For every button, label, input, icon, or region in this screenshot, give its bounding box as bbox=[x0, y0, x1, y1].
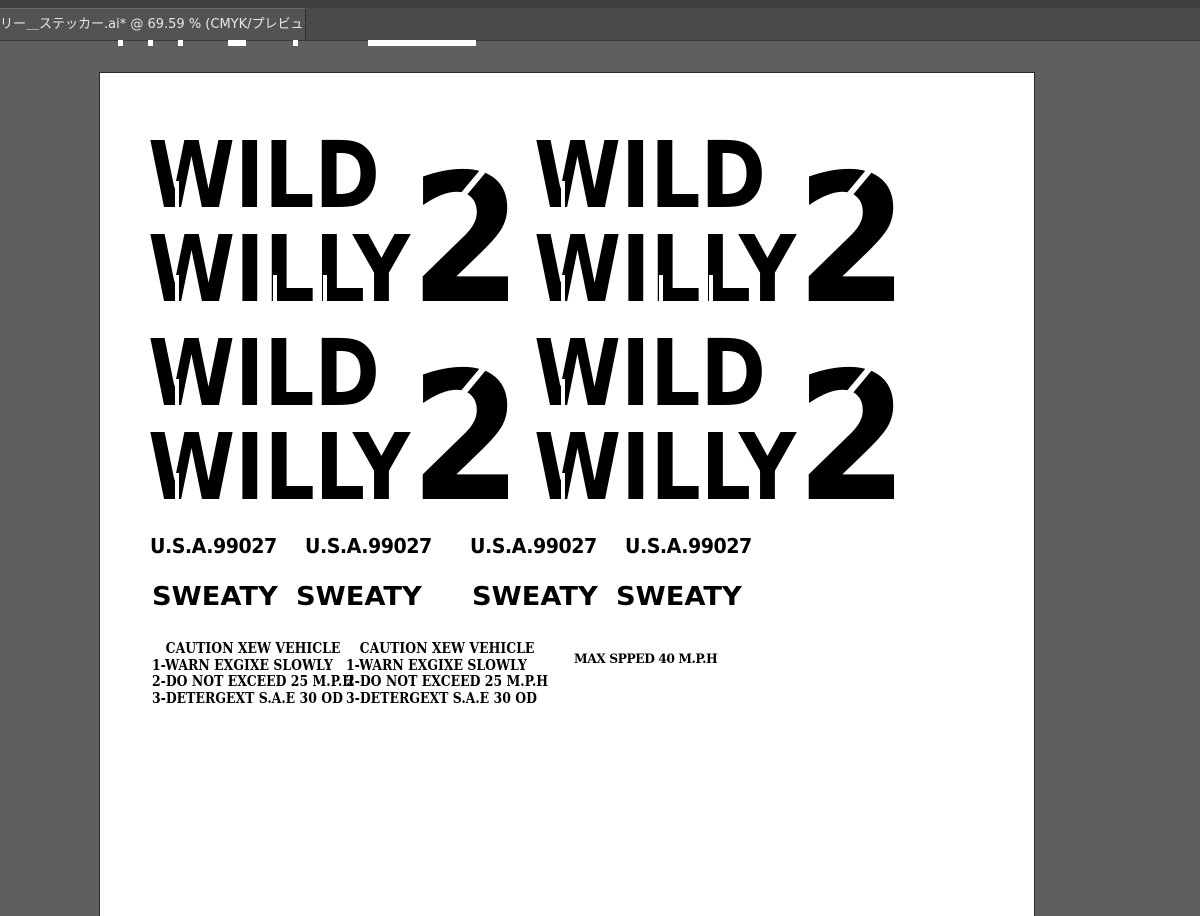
sweaty-label[interactable]: SWEATY bbox=[152, 582, 278, 612]
usa-number-label[interactable]: U.S.A.99027 bbox=[305, 534, 432, 558]
wild-willy-logo[interactable]: WILD WILLY 2 bbox=[148, 129, 522, 309]
logo-line2: WILLY bbox=[534, 216, 797, 309]
caution-line: CAUTION XEW VEHICLE bbox=[165, 640, 341, 657]
caution-line: 2-DO NOT EXCEED 25 M.P.H bbox=[152, 673, 355, 691]
caution-block[interactable]: CAUTION XEW VEHICLE 1-WARN EXGIXE SLOWLY… bbox=[152, 640, 355, 707]
caution-line: 1-WARN EXGIXE SLOWLY bbox=[346, 656, 527, 674]
sweaty-label[interactable]: SWEATY bbox=[472, 582, 598, 612]
logo-number: 2 bbox=[410, 334, 522, 507]
logo-line2: WILLY bbox=[148, 216, 411, 309]
logo-line1: WILD bbox=[534, 327, 766, 427]
usa-number-label[interactable]: U.S.A.99027 bbox=[625, 534, 752, 558]
wild-willy-logo[interactable]: WILD WILLY 2 bbox=[534, 129, 908, 309]
caution-line: 2-DO NOT EXCEED 25 M.P.H bbox=[346, 673, 549, 691]
logo-line1: WILD bbox=[534, 129, 766, 229]
logo-number: 2 bbox=[410, 136, 522, 309]
logo-line1: WILD bbox=[148, 327, 380, 427]
tab-bar-strip bbox=[0, 0, 1200, 8]
logo-line2: WILLY bbox=[148, 414, 411, 507]
document-tab-bar: リー＿ステッカー.ai* @ 69.59 % (CMYK/プレビュー) bbox=[0, 0, 1200, 41]
usa-number-label[interactable]: U.S.A.99027 bbox=[150, 534, 277, 558]
wild-willy-logo[interactable]: WILD WILLY 2 bbox=[534, 327, 908, 507]
logo-line1: WILD bbox=[148, 129, 380, 229]
max-speed-label[interactable]: MAX SPPED 40 M.P.H bbox=[574, 652, 718, 667]
caution-line: 1-WARN EXGIXE SLOWLY bbox=[152, 656, 333, 674]
usa-number-label[interactable]: U.S.A.99027 bbox=[470, 534, 597, 558]
logo-number: 2 bbox=[796, 136, 908, 309]
wild-willy-logo[interactable]: WILD WILLY 2 bbox=[148, 327, 522, 507]
artboard[interactable]: WILD WILLY 2 WILD WILLY 2 WILD WILLY 2 W… bbox=[100, 73, 1034, 916]
caution-line: CAUTION XEW VEHICLE bbox=[359, 640, 535, 657]
logo-number: 2 bbox=[796, 334, 908, 507]
caution-line: 3-DETERGEXT S.A.E 30 OD bbox=[152, 689, 343, 707]
sweaty-label[interactable]: SWEATY bbox=[296, 582, 422, 612]
sweaty-label[interactable]: SWEATY bbox=[616, 582, 742, 612]
caution-line: 3-DETERGEXT S.A.E 30 OD bbox=[346, 689, 537, 707]
caution-block[interactable]: CAUTION XEW VEHICLE 1-WARN EXGIXE SLOWLY… bbox=[346, 640, 549, 707]
logo-line2: WILLY bbox=[534, 414, 797, 507]
document-tab[interactable]: リー＿ステッカー.ai* @ 69.59 % (CMYK/プレビュー) bbox=[0, 8, 306, 40]
